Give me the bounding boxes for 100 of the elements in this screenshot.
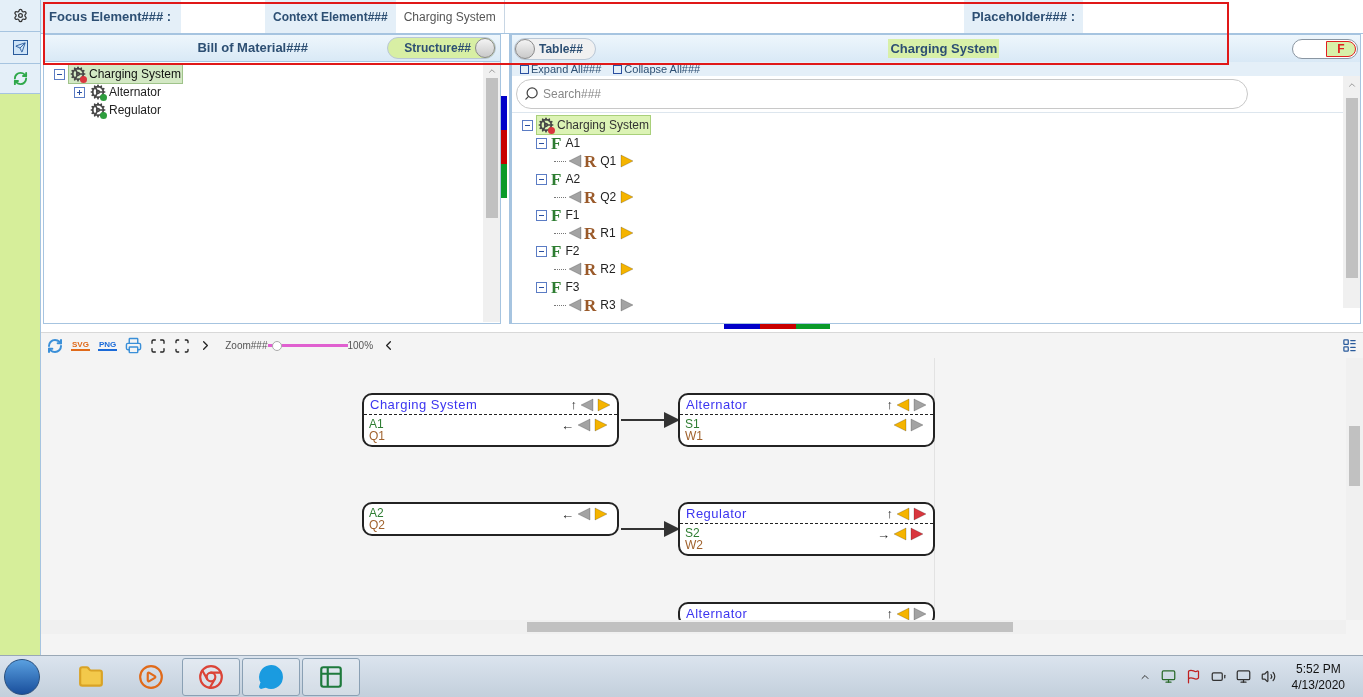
flag-icon[interactable] — [1185, 669, 1201, 684]
start-button[interactable] — [4, 658, 40, 695]
tree-item[interactable]: A1 — [565, 134, 581, 152]
expand-all-link[interactable]: Expand All### — [520, 60, 602, 78]
settings-button[interactable] — [0, 0, 40, 32]
search-field[interactable]: Search### — [516, 79, 1248, 109]
presentation-button[interactable] — [0, 32, 40, 64]
left-triangle-icon[interactable] — [896, 606, 910, 620]
scrollbar[interactable] — [41, 620, 1346, 634]
diagram-node[interactable]: A2 Q2 ← — [362, 502, 619, 536]
right-triangle-icon[interactable] — [913, 506, 927, 521]
scrollbar[interactable] — [1346, 358, 1363, 620]
collapse-toggle[interactable] — [54, 68, 65, 80]
left-triangle-icon[interactable] — [580, 397, 594, 412]
right-triangle-icon[interactable] — [597, 397, 611, 412]
tree-item[interactable]: R3 — [598, 296, 618, 314]
toggle-switch[interactable]: Structure## — [387, 37, 496, 59]
toggle-switch[interactable]: Table## — [514, 37, 596, 60]
forward-arrow-icon[interactable] — [619, 262, 634, 276]
tree-item[interactable]: F3 — [565, 278, 580, 296]
tree-item[interactable]: Charging System — [68, 64, 184, 84]
diagram-node[interactable]: Alternator ↑ S1 W1 — [678, 393, 935, 447]
collapse-toggle[interactable] — [536, 173, 547, 185]
focus-label: Focus Element### : — [41, 0, 181, 33]
left-triangle-icon[interactable] — [577, 418, 591, 432]
tree-item[interactable]: A2 — [565, 170, 581, 188]
collapse-toggle[interactable] — [536, 209, 547, 221]
right-triangle-icon[interactable] — [913, 606, 927, 620]
browser-icon — [198, 663, 224, 690]
clock-time[interactable]: 5:52 PM — [1295, 660, 1341, 677]
left-triangle-icon[interactable] — [896, 397, 910, 412]
left-triangle-icon[interactable] — [893, 418, 907, 432]
back-arrow-icon[interactable] — [568, 262, 582, 276]
collapse-toggle[interactable] — [536, 137, 547, 149]
back-arrow-icon[interactable] — [568, 190, 582, 204]
tree-item[interactable]: Q1 — [598, 152, 619, 170]
scroll-up-icon[interactable] — [486, 66, 497, 76]
expand-toggle[interactable] — [74, 86, 85, 98]
right-triangle-icon[interactable] — [913, 397, 927, 412]
left-triangle-icon[interactable] — [896, 506, 910, 521]
taskbar-app[interactable] — [242, 657, 300, 696]
right-triangle-icon[interactable] — [594, 507, 608, 521]
back-arrow-icon[interactable] — [568, 298, 582, 312]
collapse-toggle[interactable] — [536, 281, 547, 293]
right-triangle-icon[interactable] — [594, 418, 608, 432]
direction-arrow[interactable]: ← — [561, 507, 574, 521]
requirement-letter: R — [584, 152, 597, 170]
tree-item[interactable]: Charging System — [536, 115, 652, 135]
taskbar-app[interactable] — [302, 657, 360, 696]
forward-arrow-icon[interactable] — [620, 154, 635, 168]
volume-icon[interactable] — [1260, 669, 1276, 684]
export-png-button[interactable]: PNG — [97, 340, 118, 351]
fit-button[interactable] — [174, 337, 191, 354]
direction-arrow[interactable]: ↑ — [570, 398, 577, 411]
clock-date[interactable]: 4/13/2020 — [1291, 676, 1345, 693]
direction-arrow[interactable]: ↑ — [886, 507, 893, 520]
collapse-toggle[interactable] — [536, 245, 547, 257]
back-arrow-icon[interactable] — [568, 226, 582, 240]
tree-item[interactable]: F2 — [565, 242, 580, 260]
left-triangle-icon[interactable] — [893, 527, 907, 541]
forward-arrow-icon[interactable] — [620, 190, 635, 204]
cycle-button[interactable] — [0, 64, 40, 94]
collapse-all-link[interactable]: Collapse All### — [613, 60, 701, 78]
filter-toggle[interactable]: F — [1292, 38, 1358, 59]
direction-arrow[interactable]: → — [877, 527, 890, 541]
tree-item[interactable]: Alternator — [88, 82, 164, 102]
back-arrow-icon[interactable] — [568, 154, 582, 168]
tree-item[interactable]: R1 — [598, 224, 618, 242]
tree-item[interactable]: Q2 — [598, 188, 619, 206]
collapse-toggle[interactable] — [522, 119, 533, 131]
scrollbar[interactable] — [1343, 76, 1360, 308]
tree-item[interactable]: F1 — [565, 206, 580, 224]
diagram-node[interactable]: Alternator ↑ — [678, 602, 935, 620]
direction-arrow[interactable]: ↑ — [886, 607, 893, 620]
direction-arrow[interactable]: ← — [561, 418, 574, 432]
scrollbar[interactable] — [483, 62, 500, 322]
scroll-up-icon[interactable] — [1346, 80, 1357, 90]
direction-arrow[interactable]: ↑ — [886, 398, 893, 411]
taskbar-app[interactable] — [182, 657, 240, 696]
zoom-slider[interactable] — [267, 340, 348, 351]
node-title: Charging System — [370, 395, 479, 414]
forward-arrow-icon[interactable] — [619, 298, 634, 312]
function-letter: F — [551, 278, 562, 296]
slider-thumb[interactable] — [272, 340, 283, 351]
diagram-node[interactable]: Charging System ↑ A1 Q1 ← — [362, 393, 619, 447]
print-button[interactable] — [125, 337, 143, 354]
forward-arrow-icon[interactable] — [619, 226, 634, 240]
fullscreen-button[interactable] — [150, 337, 167, 354]
tree-item[interactable]: R2 — [598, 260, 618, 278]
list-view-button[interactable] — [1342, 338, 1357, 353]
monitor-icon[interactable] — [1160, 669, 1176, 684]
tree-item[interactable]: Regulator — [88, 100, 164, 120]
right-triangle-icon[interactable] — [910, 527, 924, 541]
battery-icon[interactable] — [1210, 669, 1226, 684]
diagram-node[interactable]: Regulator ↑ S2 W2 → — [678, 502, 935, 556]
folder-icon — [78, 663, 104, 690]
right-triangle-icon[interactable] — [910, 418, 924, 432]
refresh-button[interactable] — [47, 337, 63, 354]
zoom-reading: 100% — [347, 339, 374, 353]
left-triangle-icon[interactable] — [577, 507, 591, 521]
